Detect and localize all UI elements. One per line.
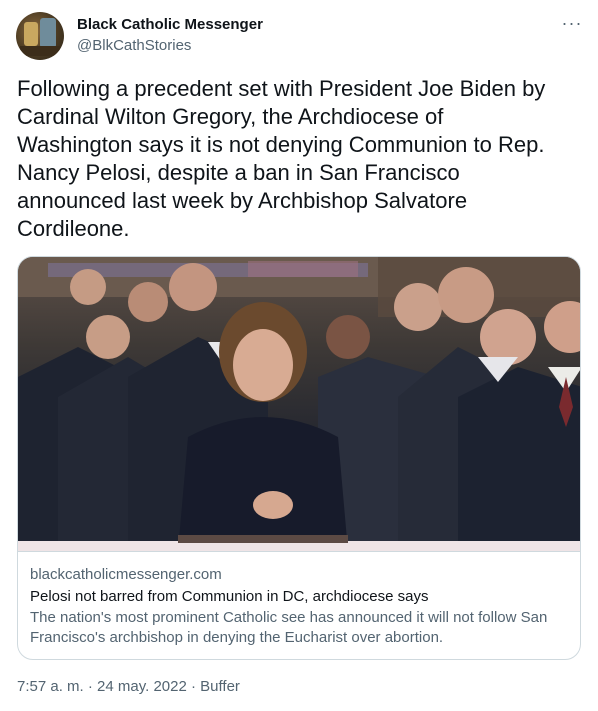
ellipsis-icon[interactable]: ··· — [560, 14, 584, 32]
link-card-title: Pelosi not barred from Communion in DC, … — [30, 588, 429, 605]
tweet-meta: 7:57 a. m. · 24 may. 2022 · Buffer — [17, 677, 240, 697]
link-card-description: The nation's most prominent Catholic see… — [30, 609, 548, 646]
avatar[interactable] — [16, 12, 64, 60]
tweet-text: Following a precedent set with President… — [17, 76, 546, 241]
link-card-image[interactable] — [18, 257, 580, 551]
tweet: Black Catholic Messenger @BlkCathStories… — [0, 0, 598, 711]
link-card-domain: blackcatholicmessenger.com — [30, 566, 222, 583]
tweet-date[interactable]: 24 may. 2022 — [97, 678, 187, 695]
link-card[interactable]: blackcatholicmessenger.com Pelosi not ba… — [17, 256, 581, 660]
link-card-body[interactable]: blackcatholicmessenger.com Pelosi not ba… — [18, 551, 580, 659]
author-handle[interactable]: @BlkCathStories — [77, 36, 191, 56]
tweet-time[interactable]: 7:57 a. m. — [17, 678, 84, 695]
meta-separator: · — [186, 678, 201, 695]
meta-separator: · — [83, 678, 98, 695]
author-name[interactable]: Black Catholic Messenger — [77, 15, 263, 35]
tweet-source[interactable]: Buffer — [200, 678, 240, 695]
